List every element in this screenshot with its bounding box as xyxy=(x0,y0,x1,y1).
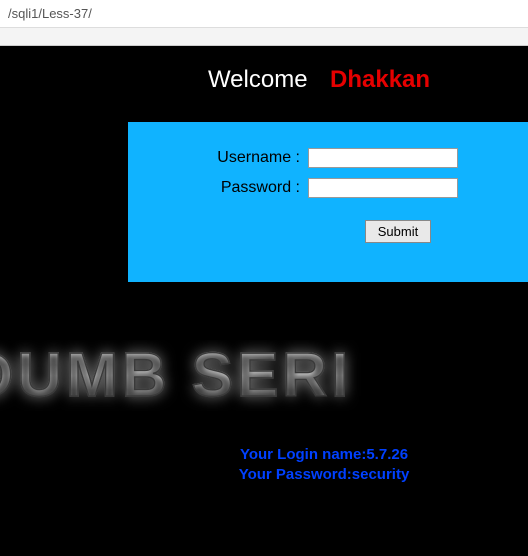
url-text: /sqli1/Less-37/ xyxy=(8,6,92,21)
password-row: Password : xyxy=(128,178,528,198)
page-body: Welcome Dhakkan Username : Password : Su… xyxy=(0,46,528,556)
dhakkan-text: Dhakkan xyxy=(330,66,430,93)
submit-row: Submit xyxy=(128,220,528,243)
tab-strip xyxy=(0,28,528,46)
result-row: Your Login name:5.7.26 Your Password:sec… xyxy=(0,445,528,484)
login-form: Username : Password : Submit xyxy=(128,122,528,282)
login-name-line: Your Login name:5.7.26 xyxy=(120,445,528,465)
address-bar[interactable]: /sqli1/Less-37/ xyxy=(0,0,528,28)
username-input[interactable] xyxy=(308,148,458,168)
username-row: Username : xyxy=(128,148,528,168)
password-line: Your Password:security xyxy=(120,465,528,485)
username-label: Username : xyxy=(203,149,308,167)
banner-text: I DUMB SERI xyxy=(0,340,352,411)
welcome-row: Welcome Dhakkan xyxy=(110,66,528,94)
welcome-text: Welcome xyxy=(208,66,308,93)
submit-button[interactable]: Submit xyxy=(365,220,431,243)
password-input[interactable] xyxy=(308,178,458,198)
password-label: Password : xyxy=(203,179,308,197)
banner-row: I DUMB SERI xyxy=(0,340,528,411)
